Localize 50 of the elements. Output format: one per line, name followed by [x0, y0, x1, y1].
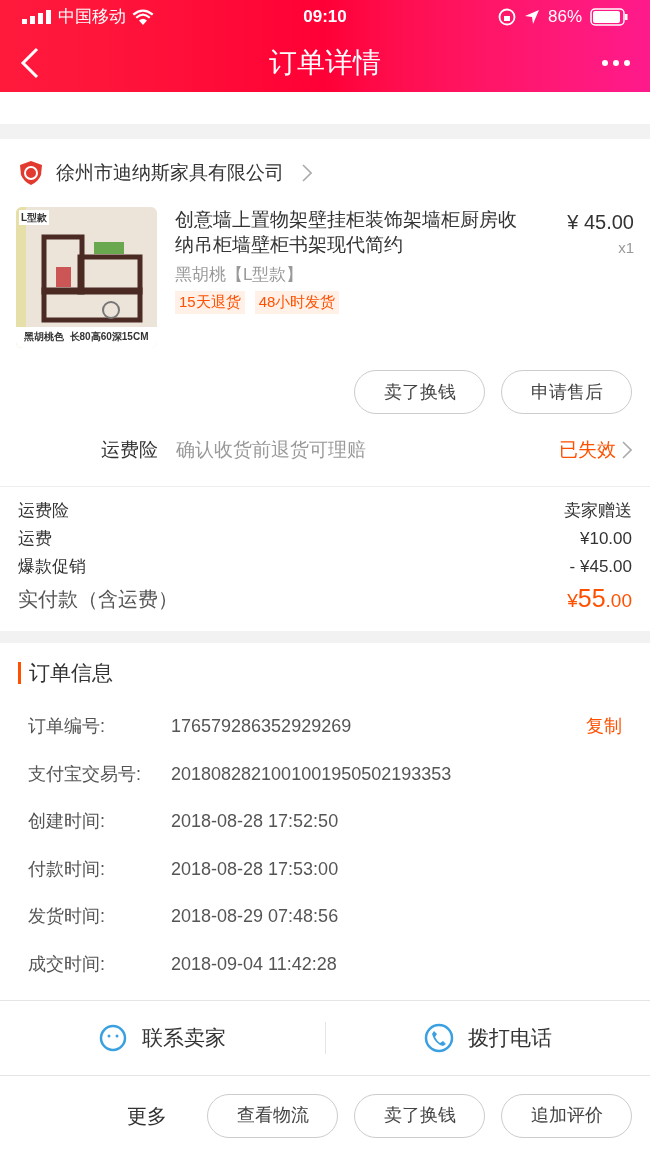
chat-bubble-icon — [98, 1023, 129, 1053]
info-value: 2018-08-28 17:53:00 — [171, 857, 340, 881]
info-label: 成交时间: — [28, 952, 106, 976]
battery-icon — [590, 8, 628, 26]
carrier-label: 中国移动 — [58, 6, 126, 29]
fee-label: 运费 — [18, 528, 52, 551]
page-title: 订单详情 — [268, 45, 382, 80]
info-label: 创建时间: — [28, 810, 106, 834]
fee-value: ¥10.00 — [580, 528, 632, 551]
info-value: 2018-08-28 17:52:50 — [171, 810, 340, 834]
fee-label: 爆款促销 — [18, 556, 86, 579]
image-tag: L型款 — [19, 210, 50, 225]
info-value: 2018082821001001950502193353 — [171, 762, 453, 786]
service-tag: 48小时发货 — [254, 291, 340, 314]
info-value: 176579286352929269 — [171, 715, 353, 739]
insurance-description: 确认收货前退货可理赔 — [176, 437, 367, 462]
signal-icon — [22, 10, 52, 24]
chevron-right-icon — [622, 441, 632, 459]
info-label: 订单编号: — [28, 715, 106, 739]
info-value: 2018-09-04 11:42:28 — [171, 952, 338, 976]
product-price: ¥ 45.00 — [567, 210, 634, 235]
rotation-lock-icon — [497, 8, 516, 26]
contact-button[interactable]: 联系卖家 — [98, 1022, 227, 1054]
more-label: 更多 — [127, 1103, 167, 1129]
info-label: 发货时间: — [28, 905, 106, 929]
clock: 09:10 — [302, 6, 348, 29]
info-label: 支付宝交易号: — [28, 762, 142, 786]
fee-value: - ¥45.00 — [569, 556, 632, 579]
shop-shield-icon — [18, 160, 44, 186]
product-variant: 黑胡桃【L型款】 — [175, 263, 305, 286]
contact-button[interactable]: 拨打电话 — [423, 1022, 552, 1054]
fee-label: 运费险 — [18, 500, 69, 523]
shop-name[interactable]: 徐州市迪纳斯家具有限公司 — [56, 158, 284, 188]
location-arrow-icon — [523, 9, 540, 25]
fee-value: 卖家赠送 — [564, 500, 632, 523]
chevron-right-icon — [302, 164, 312, 182]
info-value: 2018-08-29 07:48:56 — [171, 905, 340, 929]
image-caption: 黑胡桃色 长80高60深15CM — [24, 330, 149, 344]
chevron-left-icon — [20, 46, 40, 79]
wifi-icon — [132, 9, 154, 25]
total-amount: ¥55.00 — [567, 583, 632, 615]
product-quantity: x1 — [618, 238, 634, 258]
service-tag: 15天退货 — [175, 291, 245, 314]
product-title[interactable]: 创意墙上置物架壁挂柜装饰架墙柜厨房收纳吊柜墙壁柜书架现代简约 — [175, 207, 527, 260]
insurance-label: 运费险 — [100, 437, 159, 462]
total-label: 实付款（含运费） — [18, 587, 178, 612]
section-title: 订单信息 — [29, 660, 113, 687]
phone-icon — [423, 1023, 454, 1053]
battery-percent: 86% — [547, 6, 582, 29]
info-label: 付款时间: — [28, 857, 106, 881]
